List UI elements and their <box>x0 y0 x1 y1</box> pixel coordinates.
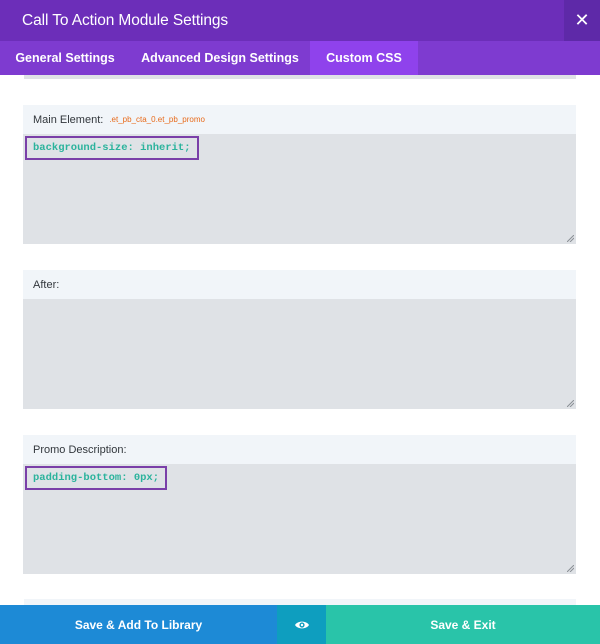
tab-advanced-design-settings[interactable]: Advanced Design Settings <box>130 41 310 75</box>
preview-button[interactable] <box>277 605 326 644</box>
field-label-text: Promo Description: <box>33 443 127 456</box>
modal-footer: Save & Add To Library Save & Exit <box>0 605 600 644</box>
field-label-text: Main Element: <box>33 113 104 126</box>
close-icon: ✕ <box>574 10 590 30</box>
tab-general-settings[interactable]: General Settings <box>0 41 130 75</box>
field-label: Promo Description: <box>23 435 576 464</box>
settings-content: Main Element: .et_pb_cta_0.et_pb_promo b… <box>0 75 600 605</box>
tab-custom-css[interactable]: Custom CSS <box>310 41 418 75</box>
save-add-to-library-button[interactable]: Save & Add To Library <box>0 605 277 644</box>
modal-title: Call To Action Module Settings <box>22 12 229 29</box>
field-promo-description: Promo Description: padding-bottom: 0px; <box>23 435 576 574</box>
eye-icon <box>294 621 309 628</box>
settings-tabs: General Settings Advanced Design Setting… <box>0 41 600 75</box>
resize-handle-icon[interactable] <box>567 235 574 242</box>
modal-header: Call To Action Module Settings ✕ <box>0 0 600 41</box>
field-label: After: <box>23 270 576 299</box>
css-selector: .et_pb_cta_0.et_pb_promo <box>109 115 205 124</box>
close-button[interactable]: ✕ <box>564 0 600 41</box>
css-textarea[interactable] <box>23 299 576 409</box>
resize-handle-icon[interactable] <box>567 565 574 572</box>
resize-handle-icon[interactable] <box>567 400 574 407</box>
field-main-element: Main Element: .et_pb_cta_0.et_pb_promo b… <box>23 105 576 244</box>
field-label: Main Element: .et_pb_cta_0.et_pb_promo <box>23 105 576 134</box>
field-after: After: <box>23 270 576 409</box>
previous-field-edge <box>24 75 576 79</box>
save-exit-button[interactable]: Save & Exit <box>326 605 600 644</box>
css-code: padding-bottom: 0px; <box>25 466 168 490</box>
css-code: background-size: inherit; <box>25 136 199 160</box>
css-textarea[interactable]: background-size: inherit; <box>23 134 576 244</box>
css-textarea[interactable]: padding-bottom: 0px; <box>23 464 576 574</box>
field-label-text: After: <box>33 278 60 291</box>
